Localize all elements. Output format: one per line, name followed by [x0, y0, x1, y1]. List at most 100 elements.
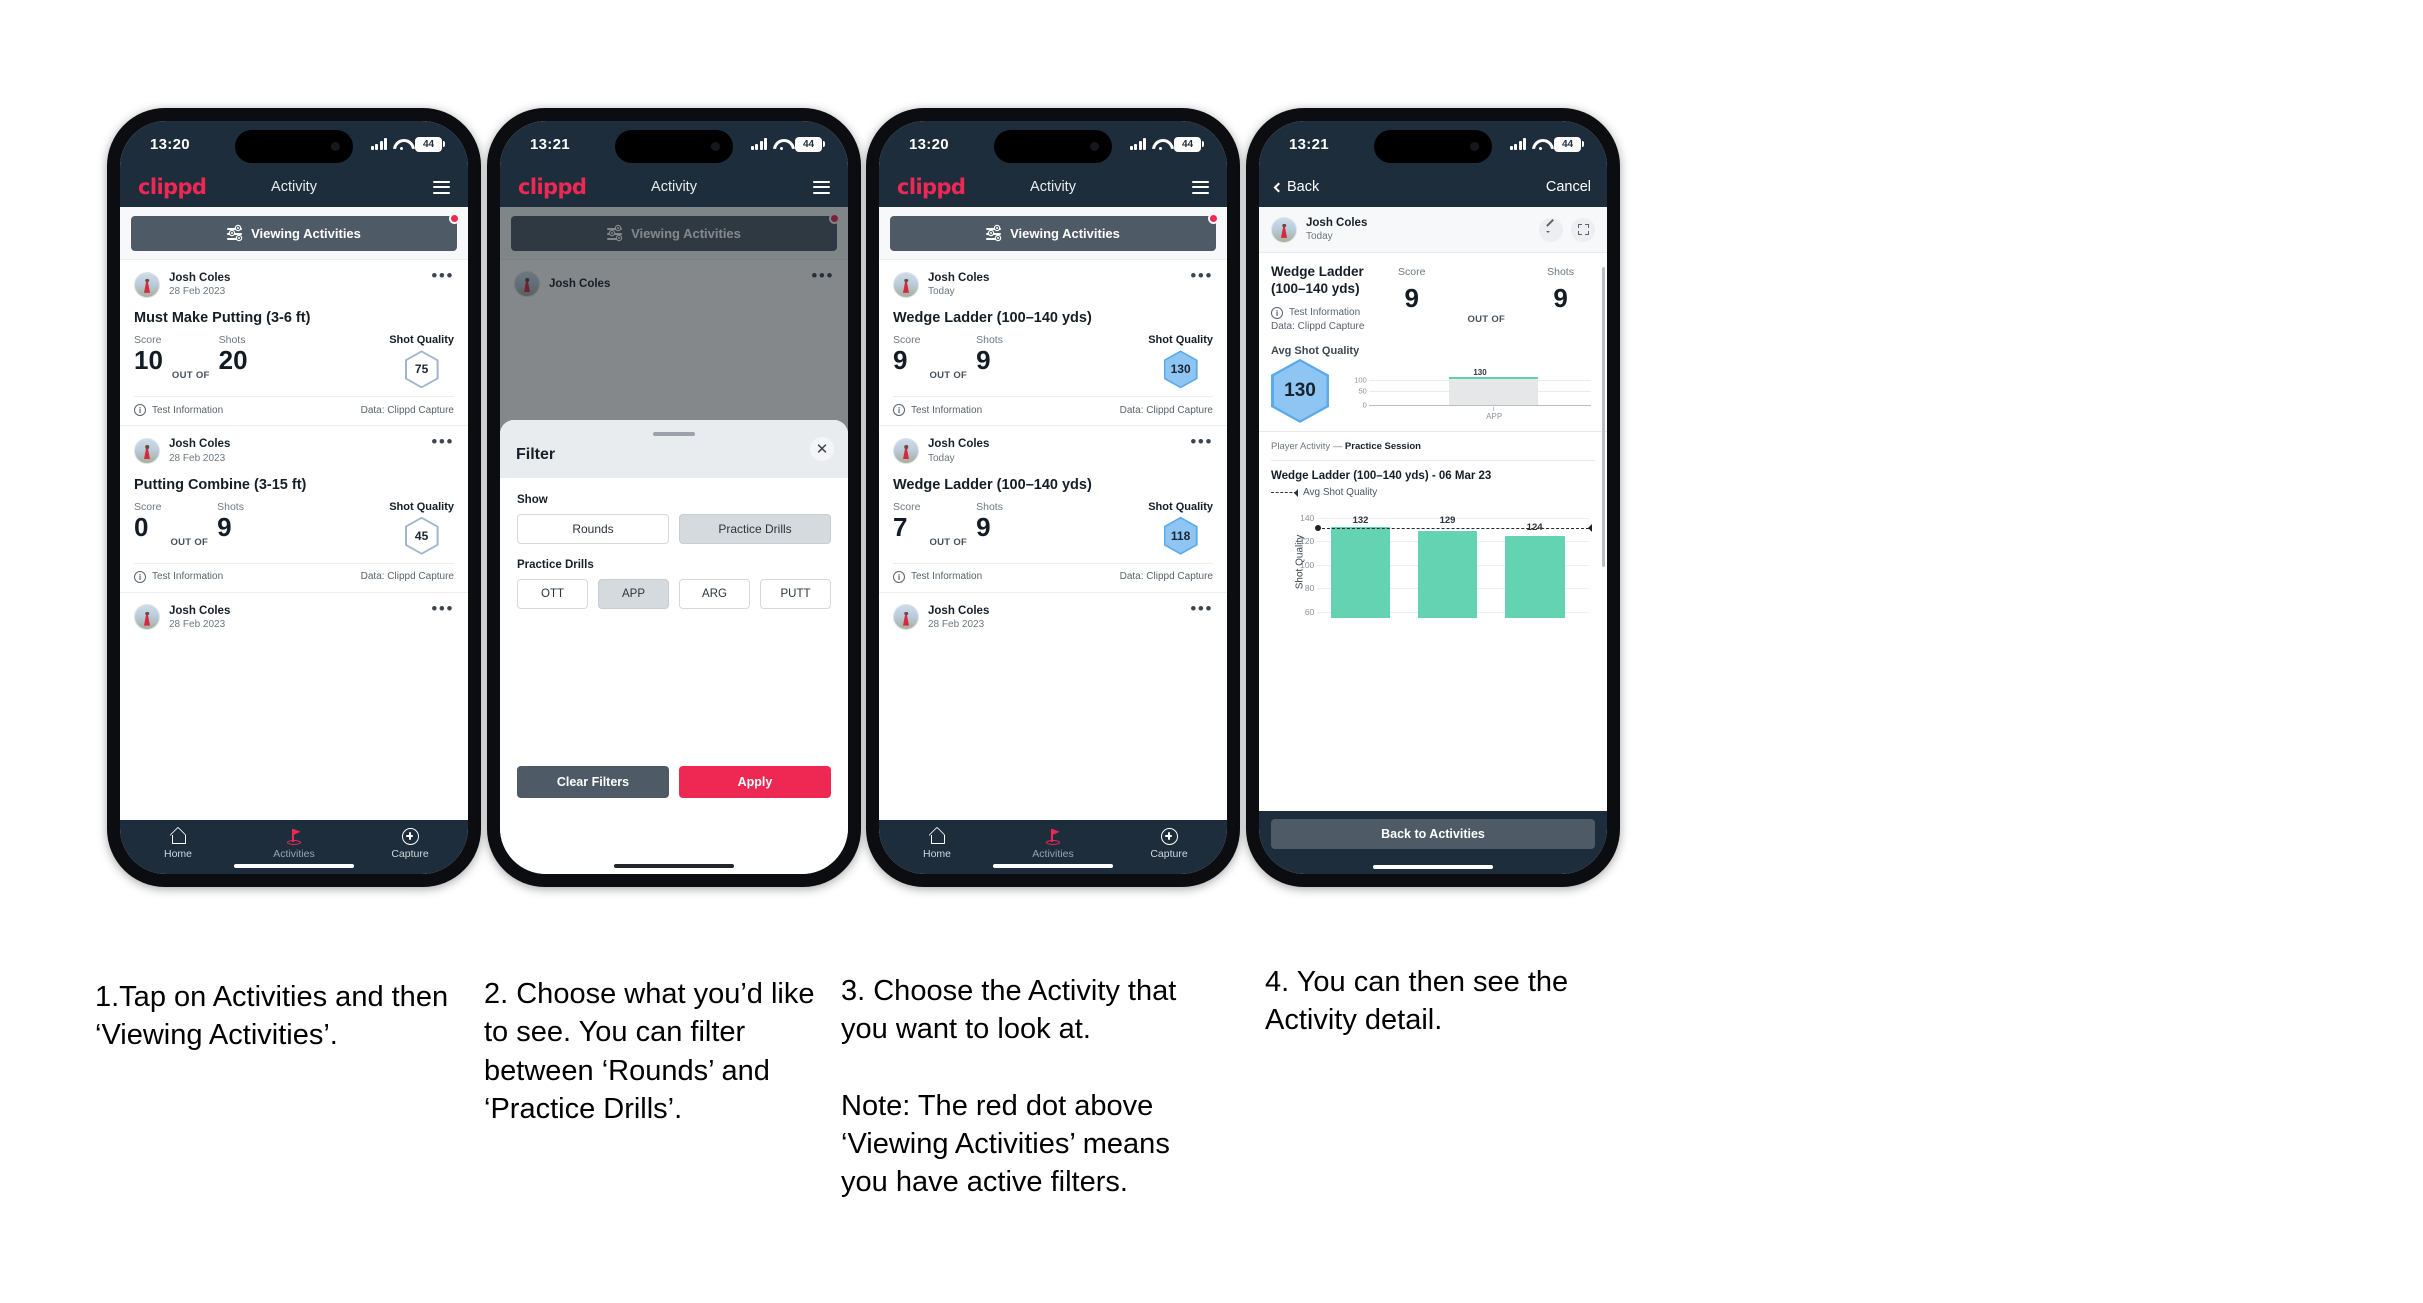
- viewing-activities-button[interactable]: Viewing Activities: [131, 213, 460, 251]
- caption-4: 4. You can then see the Activity detail.: [1265, 963, 1595, 1040]
- detail-metrics: Score 9 OUT OF Shots 9: [1377, 264, 1595, 331]
- out-of-label: OUT OF: [929, 370, 968, 382]
- activity-card[interactable]: Josh Coles Today ••• Wedge Ladder (100–1…: [879, 259, 1227, 426]
- filter-chip-practice-drills[interactable]: Practice Drills: [679, 514, 831, 544]
- detail-header: Josh Coles Today: [1259, 207, 1607, 254]
- bar-value-3: 124: [1526, 521, 1543, 533]
- tab-activities[interactable]: Activities: [236, 828, 352, 860]
- viewing-activities-button[interactable]: Viewing Activities: [890, 213, 1219, 251]
- activity-card[interactable]: Josh Coles Today ••• Wedge Ladder (100–1…: [879, 425, 1227, 592]
- filter-chip-putt[interactable]: PUTT: [760, 579, 831, 609]
- filter-chip-ott[interactable]: OTT: [517, 579, 588, 609]
- user-name: Josh Coles: [169, 272, 231, 284]
- phone-1: 13:20 44 clippd Activity Viewing Activit…: [107, 108, 481, 887]
- score-value: 9: [1404, 283, 1419, 314]
- tab-home[interactable]: Home: [879, 828, 995, 860]
- card-options-icon[interactable]: •••: [431, 600, 454, 617]
- test-information-label: Test Information: [911, 404, 983, 416]
- activity-date: Today: [928, 286, 955, 298]
- info-icon: i: [893, 404, 905, 417]
- mini-bar-value: 130: [1473, 367, 1487, 377]
- menu-icon[interactable]: [433, 180, 450, 194]
- score-value: 10: [134, 345, 163, 376]
- activity-card-partial[interactable]: Josh Coles 28 Feb 2023 •••: [879, 591, 1227, 632]
- home-indicator: [234, 863, 354, 868]
- cancel-button[interactable]: Cancel: [1546, 179, 1591, 195]
- back-to-activities-button[interactable]: Back to Activities: [1271, 819, 1595, 849]
- card-user: Josh Coles 28 Feb 2023: [134, 604, 230, 631]
- tutorial-screenshot: 13:20 44 clippd Activity Viewing Activit…: [0, 0, 2423, 1303]
- data-source-label: Data: Clippd Capture: [1271, 320, 1365, 332]
- cellular-signal-icon: [370, 138, 387, 150]
- menu-icon[interactable]: [813, 180, 830, 194]
- phone-2-screen: 13:21 44 clippd Activity Viewing Activit…: [500, 121, 848, 874]
- avg-shot-quality-mini-chart: 100 50 0 130 APP: [1343, 360, 1595, 422]
- apply-button[interactable]: Apply: [679, 766, 831, 798]
- chevron-left-icon: [1273, 182, 1284, 192]
- data-source-label: Data: Clippd Capture: [360, 571, 454, 583]
- tab-capture[interactable]: Capture: [1111, 828, 1227, 860]
- tab-activities[interactable]: Activities: [995, 828, 1111, 860]
- test-information[interactable]: i Test Information: [893, 570, 983, 583]
- card-footer: i Test Information Data: Clippd Capture: [134, 562, 454, 592]
- score-metric: Score 7: [893, 501, 920, 541]
- card-user: Josh Coles Today: [893, 437, 989, 465]
- shots-value: 9: [976, 345, 991, 376]
- avg-shot-quality-section: Avg Shot Quality 130 100 50 0 130 APP: [1259, 341, 1607, 431]
- card-header: Josh Coles Today •••: [893, 267, 1213, 298]
- test-information[interactable]: i Test Information: [134, 570, 224, 583]
- test-information[interactable]: i Test Information: [893, 404, 983, 417]
- activity-card[interactable]: Josh Coles 28 Feb 2023 ••• Putting Combi…: [120, 425, 468, 592]
- card-options-icon[interactable]: •••: [431, 267, 454, 284]
- activity-date: 28 Feb 2023: [928, 619, 985, 631]
- shot-quality-metric: Shot Quality 45: [389, 501, 454, 555]
- test-information[interactable]: i Test Information: [1271, 306, 1371, 319]
- shots-metric: Shots 9: [1547, 266, 1574, 312]
- score-metric: Score 10: [134, 334, 163, 374]
- filter-title: Filter: [516, 446, 556, 463]
- card-user: Josh Coles 28 Feb 2023: [134, 437, 230, 465]
- card-footer: i Test Information Data: Clippd Capture: [134, 396, 454, 425]
- tab-capture[interactable]: Capture: [352, 828, 468, 860]
- filter-chip-arg[interactable]: ARG: [679, 579, 750, 609]
- drill-options: OTT APP ARG PUTT: [517, 579, 831, 609]
- status-indicators: 44: [1509, 136, 1584, 152]
- clippd-logo: clippd: [518, 175, 587, 199]
- shot-quality-value: 75: [406, 352, 437, 387]
- bar-value-2: 129: [1439, 514, 1456, 526]
- expand-icon: [1577, 224, 1589, 236]
- menu-icon[interactable]: [1192, 180, 1209, 194]
- shots-value: 9: [1553, 283, 1568, 314]
- activity-title: Putting Combine (3-15 ft): [134, 476, 307, 493]
- activity-card[interactable]: Josh Coles 28 Feb 2023 ••• Must Make Put…: [120, 259, 468, 426]
- clear-filters-button[interactable]: Clear Filters: [517, 766, 669, 798]
- close-icon[interactable]: ✕: [810, 437, 834, 461]
- test-information-label: Test Information: [911, 571, 983, 583]
- avg-line: [1315, 524, 1592, 533]
- sheet-grabber[interactable]: [653, 432, 695, 436]
- status-indicators: 44: [370, 136, 445, 152]
- caption-2-text: 2. Choose what you’d like to see. You ca…: [484, 978, 815, 1125]
- tab-home[interactable]: Home: [120, 828, 236, 860]
- shot-quality-hexagon: 130: [1163, 350, 1198, 389]
- card-options-icon[interactable]: •••: [431, 433, 454, 450]
- filter-chip-app[interactable]: APP: [598, 579, 669, 609]
- scrollbar[interactable]: [1602, 267, 1605, 567]
- page-title: Activity: [651, 179, 697, 195]
- status-time: 13:21: [530, 135, 570, 153]
- edit-button[interactable]: [1539, 217, 1563, 242]
- back-button[interactable]: Back: [1273, 179, 1319, 195]
- activity-card-partial[interactable]: Josh Coles 28 Feb 2023 •••: [120, 591, 468, 632]
- card-options-icon[interactable]: •••: [1190, 600, 1213, 617]
- filter-chip-rounds[interactable]: Rounds: [517, 514, 669, 544]
- test-information[interactable]: i Test Information: [134, 404, 223, 417]
- detail-summary: Wedge Ladder (100–140 yds) i Test Informa…: [1259, 253, 1607, 340]
- test-information-label: Test Information: [152, 571, 224, 583]
- user-name: Josh Coles: [928, 604, 990, 617]
- card-options-icon[interactable]: •••: [1190, 433, 1213, 450]
- card-options-icon[interactable]: •••: [1190, 267, 1213, 284]
- notch: [1374, 130, 1492, 163]
- mini-ytick-50: 50: [1358, 386, 1367, 396]
- expand-button[interactable]: [1571, 217, 1595, 242]
- wedge-ladder-chart: Shot Quality 140 120 100 80 60 132 129 1…: [1273, 502, 1595, 622]
